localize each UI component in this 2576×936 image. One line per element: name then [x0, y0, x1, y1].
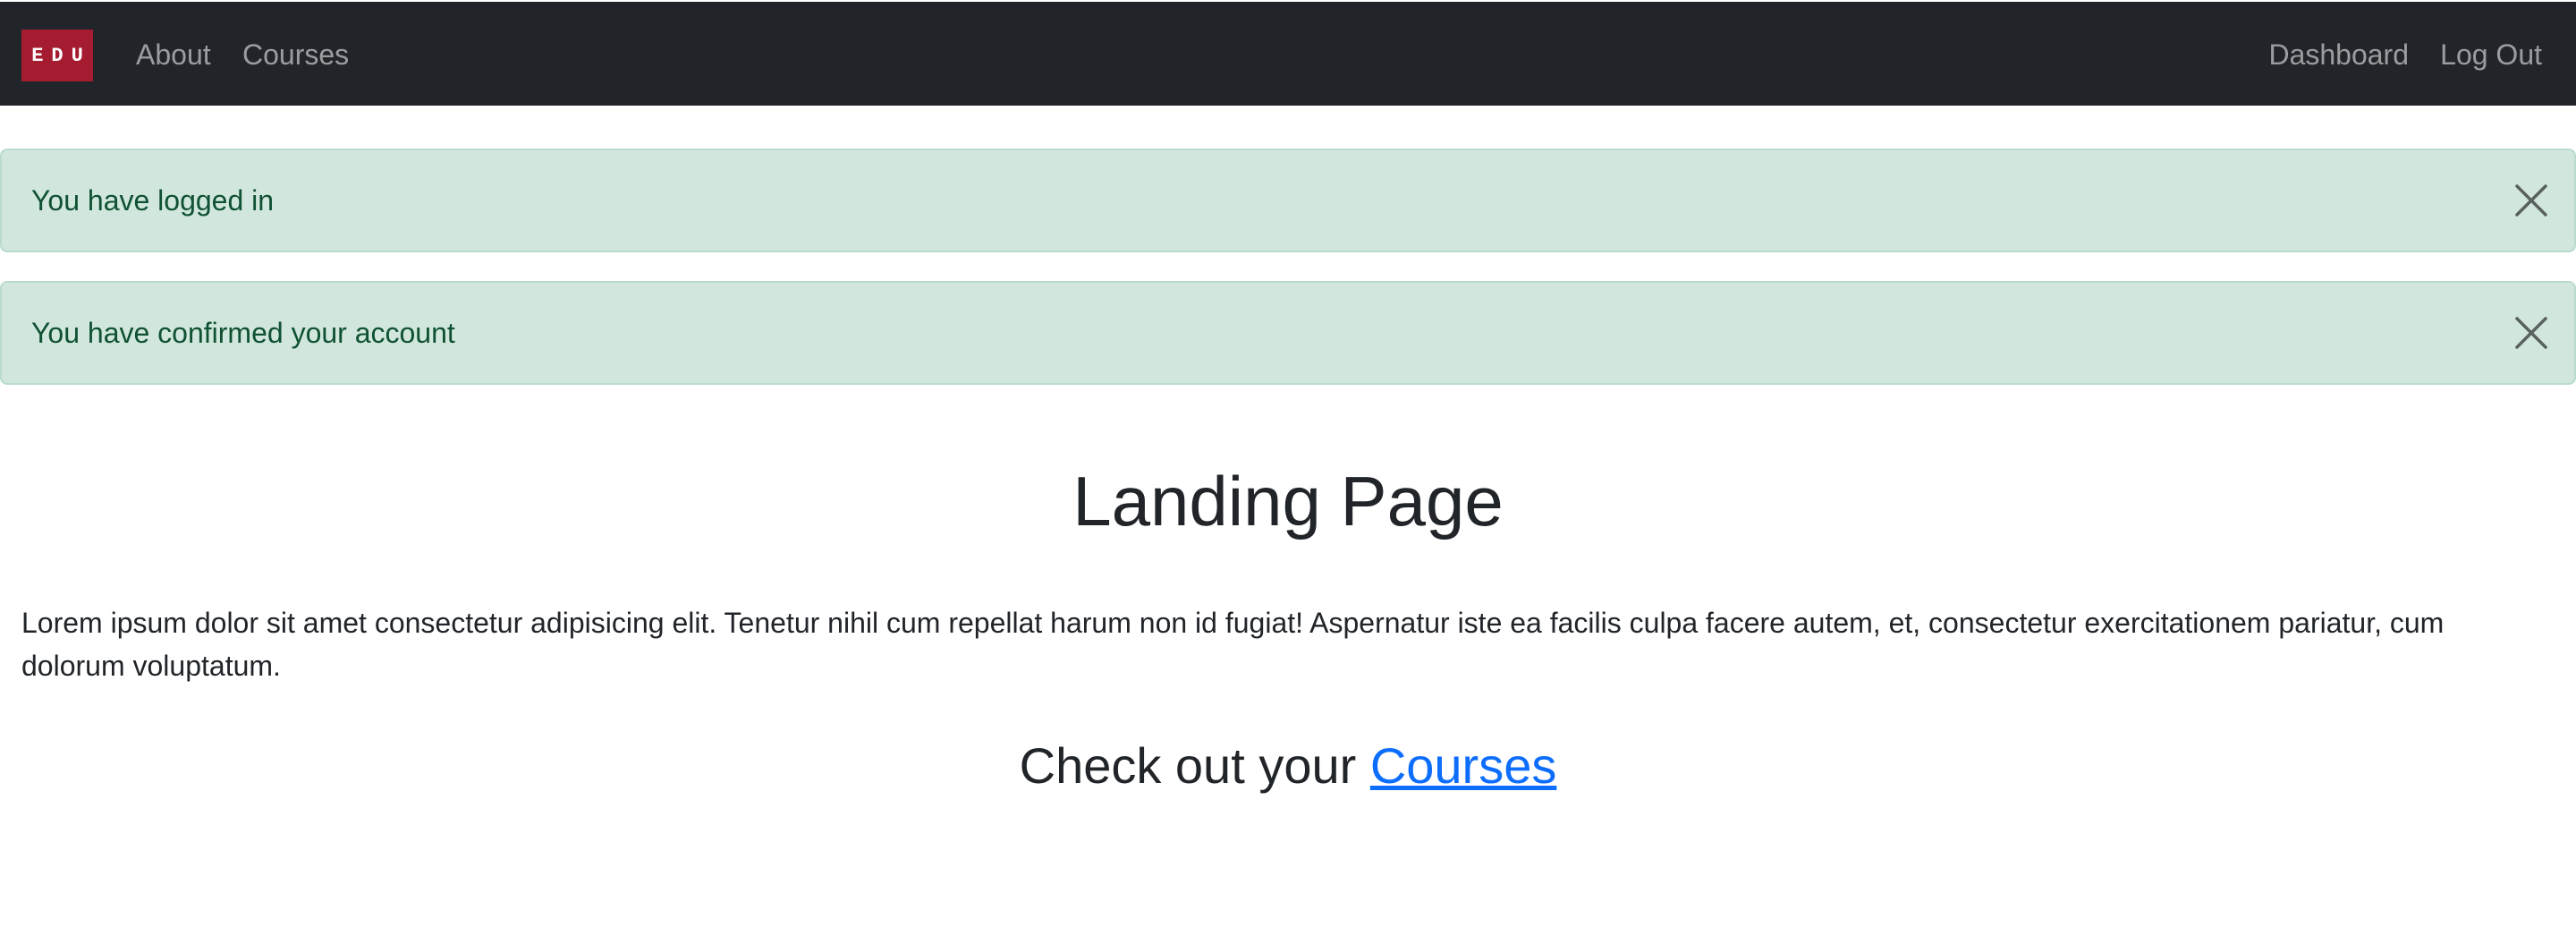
close-icon[interactable]	[2512, 181, 2551, 220]
page-title: Landing Page	[1072, 462, 1504, 540]
nav-link-dashboard[interactable]: Dashboard	[2268, 2, 2409, 107]
nav-link-logout[interactable]: Log Out	[2440, 2, 2542, 107]
close-icon[interactable]	[2512, 313, 2551, 353]
brand-logo[interactable]: EDU	[21, 30, 93, 81]
intro-paragraph: Lorem ipsum dolor sit amet consectetur a…	[21, 607, 2445, 682]
nav-link-about[interactable]: About	[136, 2, 211, 107]
nav-link-courses[interactable]: Courses	[242, 2, 349, 107]
alert-account-confirmed: You have confirmed your account	[0, 281, 2576, 385]
alert-message: You have confirmed your account	[31, 317, 455, 349]
courses-callout: Check out your Courses	[0, 734, 2576, 798]
alert-message: You have logged in	[31, 184, 275, 217]
alert-logged-in: You have logged in	[0, 149, 2576, 252]
callout-text: Check out your	[1019, 737, 1370, 794]
courses-link[interactable]: Courses	[1370, 737, 1557, 794]
top-navbar: EDU About Courses Dashboard Log Out	[0, 0, 2576, 106]
